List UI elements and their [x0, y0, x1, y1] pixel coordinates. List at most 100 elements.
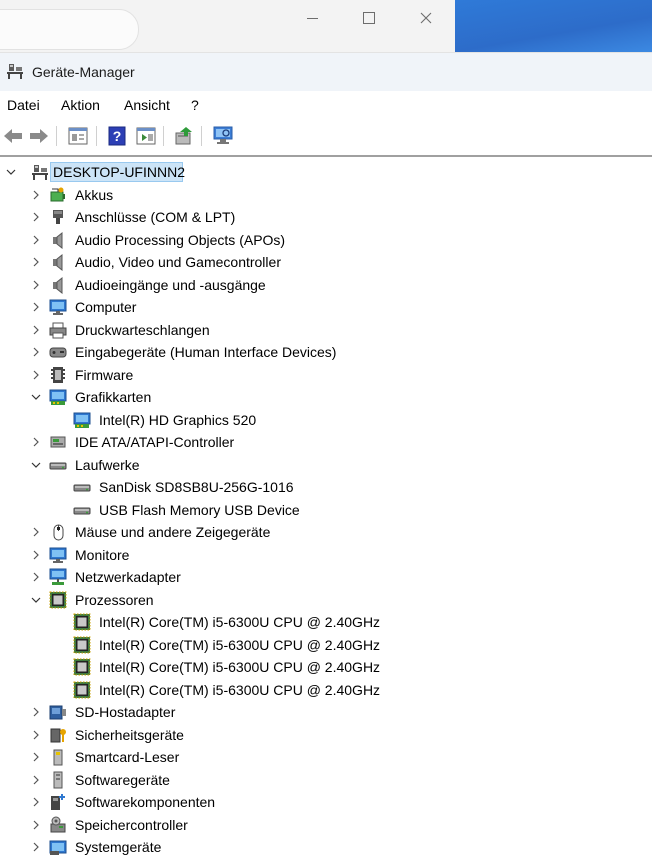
tree-item-audio-processing-objects-apos[interactable]: Audio Processing Objects (APOs) — [0, 229, 652, 251]
maximize-icon — [363, 12, 375, 24]
tree-item-label: Audio Processing Objects (APOs) — [75, 231, 286, 248]
tree-item-eingabegerate-human-interface-devices[interactable]: Eingabegeräte (Human Interface Devices) — [0, 341, 652, 363]
tree-item-intel-r-core-tm-i5-6300u-cpu-2-40ghz[interactable]: Intel(R) Core(TM) i5-6300U CPU @ 2.40GHz — [0, 656, 652, 678]
chevron-down-icon[interactable] — [5, 165, 17, 179]
chevron-right-icon[interactable] — [30, 773, 42, 787]
tree-item-sandisk-sd8sb8u-256g-1016[interactable]: SanDisk SD8SB8U-256G-1016 — [0, 476, 652, 498]
menu-help[interactable]: ? — [191, 97, 199, 113]
title-bar: Geräte-Manager — [0, 52, 652, 91]
tree-item-label: Intel(R) HD Graphics 520 — [99, 411, 257, 428]
tree-item-usb-flash-memory-usb-device[interactable]: USB Flash Memory USB Device — [0, 499, 652, 521]
chevron-right-icon[interactable] — [30, 548, 42, 562]
chevron-down-icon[interactable] — [30, 390, 42, 404]
speaker-icon — [53, 276, 63, 294]
properties-button[interactable] — [67, 125, 89, 147]
toolbar-divider — [0, 155, 652, 157]
tree-item-systemgerate[interactable]: Systemgeräte — [0, 836, 652, 858]
tree-item-label: Eingabegeräte (Human Interface Devices) — [75, 344, 337, 360]
chevron-right-icon[interactable] — [30, 818, 42, 832]
tree-item-monitore[interactable]: Monitore — [0, 544, 652, 566]
tree-item-audio-video-und-gamecontroller[interactable]: Audio, Video und Gamecontroller — [0, 251, 652, 273]
tree-item-computer[interactable]: Computer — [0, 296, 652, 318]
tree-item-netzwerkadapter[interactable]: Netzwerkadapter — [0, 566, 652, 588]
tree-item-intel-r-core-tm-i5-6300u-cpu-2-40ghz[interactable]: Intel(R) Core(TM) i5-6300U CPU @ 2.40GHz — [0, 634, 652, 656]
tree-item-intel-r-hd-graphics-520[interactable]: Intel(R) HD Graphics 520 — [0, 409, 652, 431]
window-title: Geräte-Manager — [32, 64, 135, 80]
sd-host-icon — [49, 705, 66, 720]
chevron-down-icon[interactable] — [30, 593, 42, 607]
tree-item-audioeingange-und-ausgange[interactable]: Audioeingänge und -ausgänge — [0, 274, 652, 296]
chevron-right-icon[interactable] — [30, 750, 42, 764]
tree-item-intel-r-core-tm-i5-6300u-cpu-2-40ghz[interactable]: Intel(R) Core(TM) i5-6300U CPU @ 2.40GHz — [0, 611, 652, 633]
tree-item-firmware[interactable]: Firmware — [0, 364, 652, 386]
close-button[interactable] — [411, 6, 441, 30]
chevron-right-icon[interactable] — [30, 233, 42, 247]
tree-item-laufwerke[interactable]: Laufwerke — [0, 454, 652, 476]
menu-ansicht[interactable]: Ansicht — [124, 97, 170, 113]
chevron-right-icon[interactable] — [30, 705, 42, 719]
window-top-strip — [0, 0, 652, 52]
menu-aktion[interactable]: Aktion — [61, 97, 100, 113]
cpu-icon — [73, 636, 91, 653]
chevron-right-icon[interactable] — [30, 795, 42, 809]
tree-item-label: Intel(R) Core(TM) i5-6300U CPU @ 2.40GHz — [99, 681, 381, 698]
chevron-right-icon[interactable] — [30, 210, 42, 224]
display-adapter-icon — [49, 389, 67, 405]
tree-item-label: Anschlüsse (COM & LPT) — [75, 209, 236, 225]
chevron-right-icon[interactable] — [30, 278, 42, 292]
tree-item-intel-r-core-tm-i5-6300u-cpu-2-40ghz[interactable]: Intel(R) Core(TM) i5-6300U CPU @ 2.40GHz — [0, 679, 652, 701]
view-button[interactable] — [135, 125, 157, 147]
tree-item-prozessoren[interactable]: Prozessoren — [0, 589, 652, 611]
scan-hardware-button[interactable] — [212, 125, 234, 147]
chevron-right-icon[interactable] — [30, 345, 42, 359]
tree-item-label: Grafikkarten — [75, 389, 152, 405]
update-driver-button[interactable] — [173, 125, 195, 147]
tree-item-softwarekomponenten[interactable]: Softwarekomponenten — [0, 791, 652, 813]
chevron-right-icon[interactable] — [30, 728, 42, 742]
chevron-right-icon[interactable] — [30, 840, 42, 854]
minimize-icon — [306, 17, 318, 19]
printer-icon — [49, 322, 67, 338]
tree-item-sicherheitsgerate[interactable]: Sicherheitsgeräte — [0, 724, 652, 746]
tree-item-label: Softwaregeräte — [75, 771, 170, 788]
tree-item-mause-und-andere-zeigegerate[interactable]: Mäuse und andere Zeigegeräte — [0, 521, 652, 543]
tree-item-label: Intel(R) Core(TM) i5-6300U CPU @ 2.40GHz — [99, 614, 381, 630]
tree-item-druckwarteschlangen[interactable]: Druckwarteschlangen — [0, 319, 652, 341]
chevron-right-icon[interactable] — [30, 368, 42, 382]
toolbar-separator — [201, 126, 202, 146]
battery-icon — [50, 187, 65, 201]
chevron-right-icon[interactable] — [30, 255, 42, 269]
tree-item-anschlusse-com-lpt[interactable]: Anschlüsse (COM & LPT) — [0, 206, 652, 228]
chevron-down-icon[interactable] — [30, 458, 42, 472]
tree-item-label: Softwarekomponenten — [75, 794, 216, 810]
tree-item-ide-ata-atapi-controller[interactable]: IDE ATA/ATAPI-Controller — [0, 431, 652, 453]
chevron-right-icon[interactable] — [30, 435, 42, 449]
tree-item-label: Systemgeräte — [75, 839, 162, 855]
tree-item-speichercontroller[interactable]: Speichercontroller — [0, 814, 652, 836]
chevron-right-icon[interactable] — [30, 188, 42, 202]
tree-item-sd-hostadapter[interactable]: SD-Hostadapter — [0, 701, 652, 723]
cpu-icon — [73, 681, 91, 698]
menu-datei[interactable]: Datei — [7, 97, 40, 113]
tree-root[interactable]: DESKTOP-UFINNN2 — [0, 161, 652, 183]
toolbar-separator — [56, 126, 57, 146]
chevron-right-icon[interactable] — [30, 323, 42, 337]
tree-item-softwaregerate[interactable]: Softwaregeräte — [0, 769, 652, 791]
tree-item-akkus[interactable]: Akkus — [0, 184, 652, 206]
tree-item-label: Mäuse und andere Zeigegeräte — [75, 524, 271, 540]
minimize-button[interactable] — [297, 6, 327, 30]
chevron-right-icon[interactable] — [30, 525, 42, 539]
speaker-icon — [53, 231, 63, 249]
tree-item-label: Prozessoren — [75, 591, 154, 608]
forward-button[interactable] — [28, 125, 50, 147]
address-pill[interactable] — [0, 9, 139, 50]
tree-item-smartcard-leser[interactable]: Smartcard-Leser — [0, 746, 652, 768]
back-arrow-icon — [4, 129, 22, 143]
chevron-right-icon[interactable] — [30, 570, 42, 584]
tree-item-grafikkarten[interactable]: Grafikkarten — [0, 386, 652, 408]
maximize-button[interactable] — [354, 6, 384, 30]
help-button[interactable]: ? — [106, 125, 128, 147]
chevron-right-icon[interactable] — [30, 300, 42, 314]
tree-item-label: Intel(R) Core(TM) i5-6300U CPU @ 2.40GHz — [99, 636, 381, 653]
back-button[interactable] — [2, 125, 24, 147]
